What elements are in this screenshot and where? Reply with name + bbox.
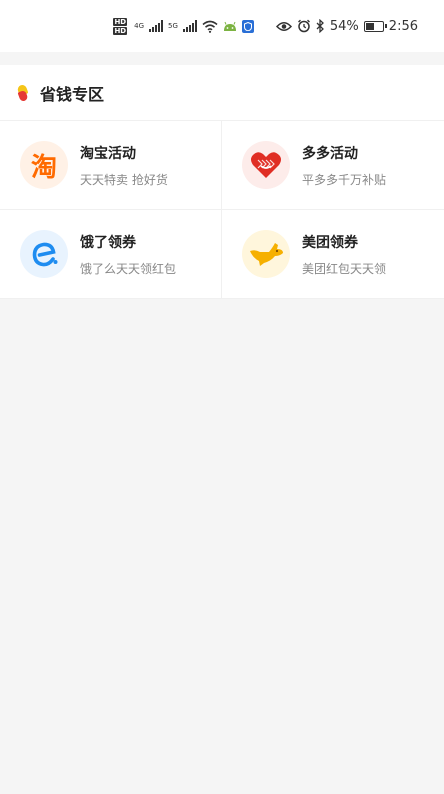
promo-item-eleme[interactable]: 饿了领券 饿了么天天领红包 bbox=[0, 210, 222, 299]
bluetooth-icon bbox=[316, 19, 324, 33]
promo-subtitle: 天天特卖 抢好货 bbox=[80, 172, 168, 187]
alarm-icon bbox=[297, 19, 310, 33]
wifi-icon bbox=[202, 20, 218, 33]
meituan-icon bbox=[242, 230, 290, 278]
promo-title: 淘宝活动 bbox=[80, 145, 136, 162]
battery-icon bbox=[363, 20, 387, 32]
section-title: 省钱专区 bbox=[40, 84, 105, 104]
security-app-icon bbox=[241, 19, 254, 33]
clock: 2:56 bbox=[388, 18, 418, 34]
pinduoduo-icon bbox=[242, 141, 290, 189]
battery-percent: 54% bbox=[329, 18, 359, 34]
promo-subtitle: 美团红包天天领 bbox=[302, 261, 387, 276]
network-type-1: 4G bbox=[134, 22, 144, 30]
signal-icon-2 bbox=[182, 20, 197, 32]
eye-icon bbox=[275, 21, 292, 31]
promo-subtitle: 饿了么天天领红包 bbox=[80, 261, 177, 276]
promo-item-pinduoduo[interactable]: 多多活动 平多多千万补贴 bbox=[222, 121, 444, 210]
signal-icon bbox=[149, 20, 163, 32]
section-logo-icon bbox=[18, 85, 28, 101]
eleme-icon bbox=[20, 230, 68, 278]
promo-title: 多多活动 bbox=[302, 145, 358, 162]
promo-title: 美团领券 bbox=[302, 234, 358, 251]
promo-subtitle: 平多多千万补贴 bbox=[302, 172, 387, 187]
promo-grid: 淘 淘宝活动 天天特卖 抢好货 多多活动 平多多千万补贴 饿了领券 饿了么天天领… bbox=[0, 121, 444, 299]
taobao-icon: 淘 bbox=[20, 141, 68, 189]
status-bar: HD HD 4G 5G 54% 2:56 bbox=[0, 0, 444, 52]
hd-indicator: HD HD bbox=[113, 17, 128, 35]
network-type-2: 5G bbox=[168, 22, 178, 30]
section-header: 省钱专区 bbox=[0, 65, 444, 121]
android-icon bbox=[223, 21, 236, 31]
promo-title: 饿了领券 bbox=[80, 234, 136, 251]
promo-item-meituan[interactable]: 美团领券 美团红包天天领 bbox=[222, 210, 444, 299]
savings-section: 省钱专区 淘 淘宝活动 天天特卖 抢好货 多多活动 平多多千万补贴 饿了领券 饿… bbox=[0, 65, 444, 299]
promo-item-taobao[interactable]: 淘 淘宝活动 天天特卖 抢好货 bbox=[0, 121, 222, 210]
